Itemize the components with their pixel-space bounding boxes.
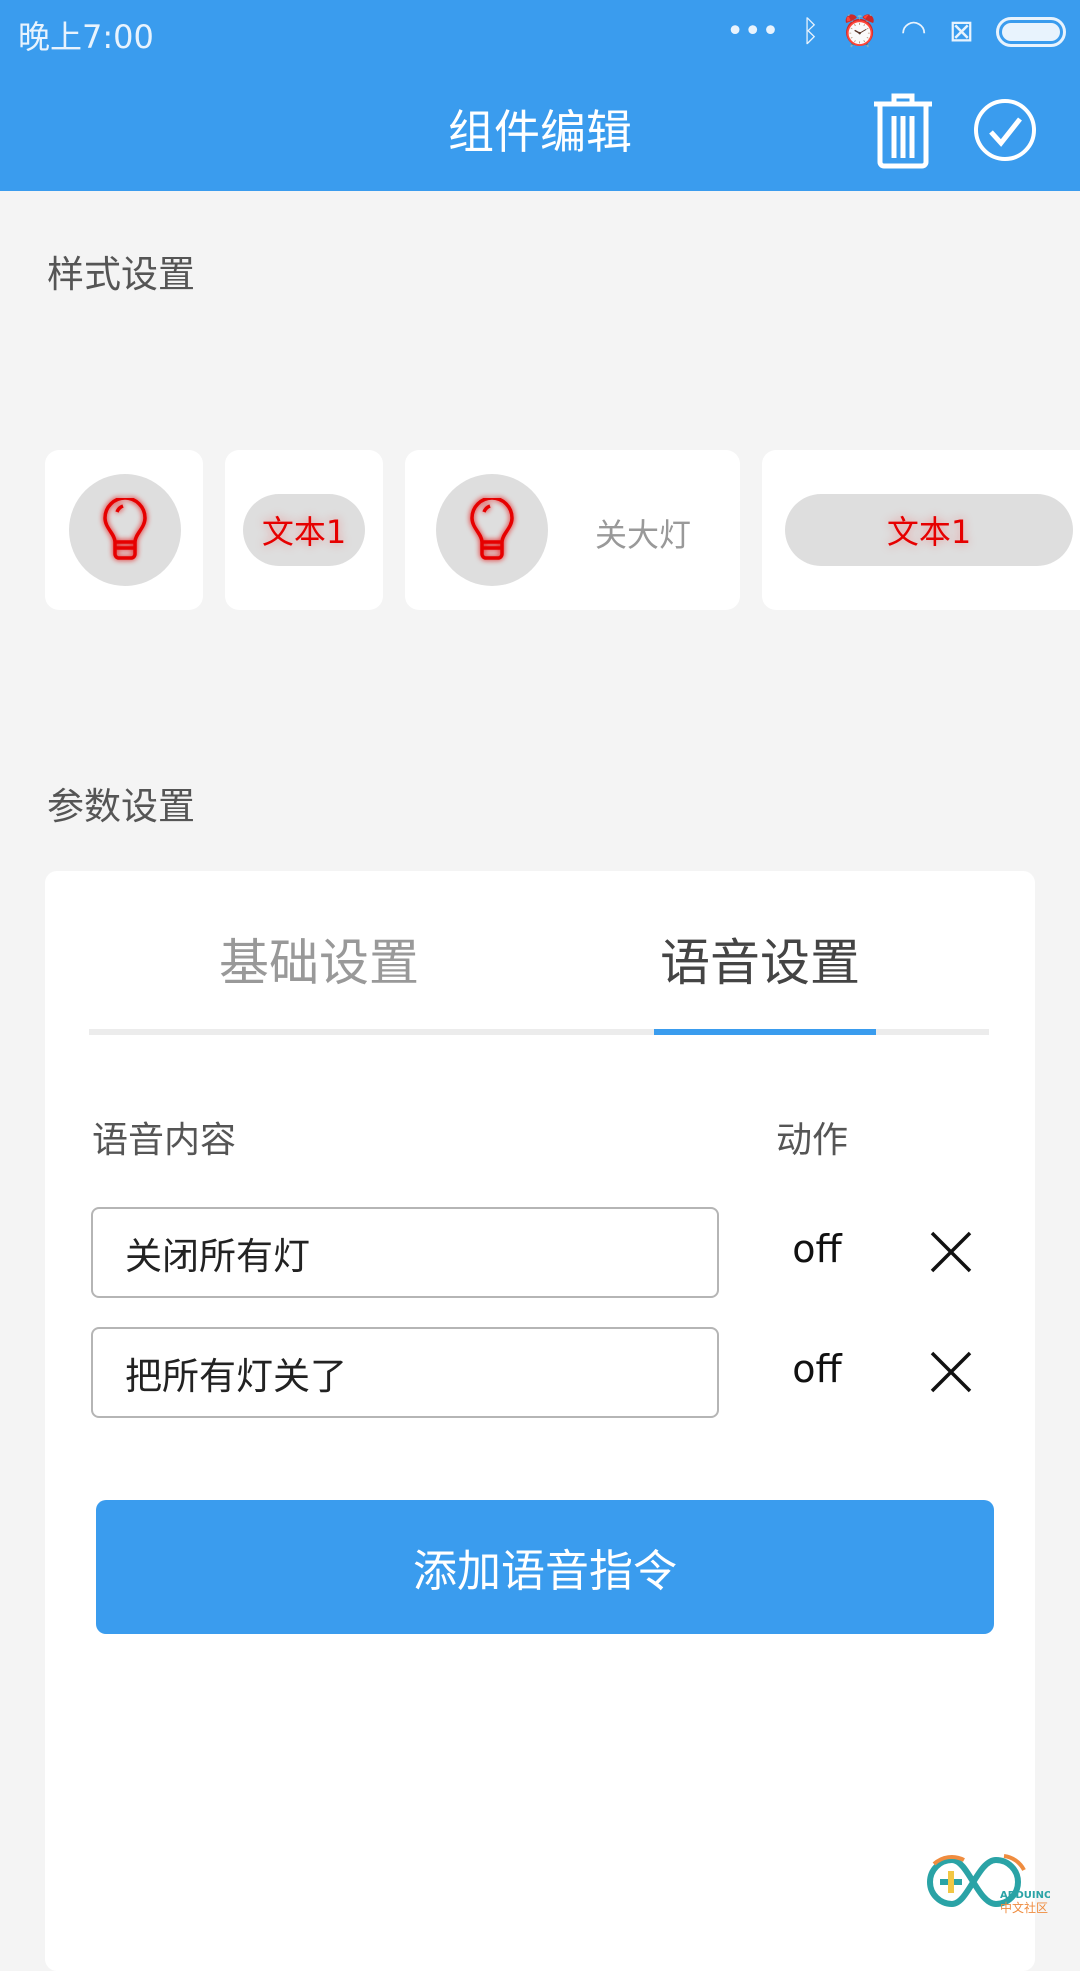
wifi-icon: ◠	[900, 14, 927, 49]
tab-voice-settings[interactable]: 语音设置	[660, 923, 860, 995]
action-value[interactable]: off	[767, 1227, 867, 1271]
svg-text:ARDUINO: ARDUINO	[1000, 1890, 1050, 1901]
wide-text-pill: 文本1	[785, 494, 1073, 566]
close-icon[interactable]	[926, 1347, 976, 1397]
battery-icon	[996, 16, 1066, 47]
add-voice-command-button[interactable]: 添加语音指令	[96, 1500, 994, 1634]
more-dots-icon: •••	[726, 14, 780, 49]
confirm-button[interactable]	[970, 90, 1040, 170]
column-header-content: 语音内容	[92, 1120, 237, 1161]
app-bar: 组件编辑	[0, 68, 1080, 191]
voice-command-input[interactable]	[91, 1327, 719, 1418]
column-header-action: 动作	[776, 1120, 849, 1161]
status-time: 晚上7:00	[18, 18, 154, 56]
alarm-icon: ⏰	[841, 14, 879, 49]
close-icon[interactable]	[926, 1227, 976, 1277]
param-panel: 基础设置 语音设置 语音内容 动作 off off 添加语音指令	[45, 871, 1035, 1971]
param-section-title: 参数设置	[47, 785, 195, 828]
check-circle-icon	[974, 99, 1036, 161]
icon-text-label: 关大灯	[595, 516, 692, 554]
action-value[interactable]: off	[767, 1347, 867, 1391]
trash-icon	[874, 93, 932, 169]
delete-button[interactable]	[868, 90, 938, 170]
style-option-wide-text[interactable]: 文本1	[762, 450, 1080, 610]
active-tab-indicator	[654, 1029, 876, 1035]
lightbulb-icon	[470, 498, 514, 560]
tab-basic-settings[interactable]: 基础设置	[219, 923, 419, 995]
style-option-text[interactable]: 文本1	[225, 450, 383, 610]
lightbulb-icon	[103, 498, 147, 560]
arduino-watermark-logo: ARDUINO 中文社区	[920, 1850, 1052, 1918]
style-section-title: 样式设置	[47, 253, 195, 296]
svg-text:中文社区: 中文社区	[1000, 1900, 1048, 1914]
sim-disabled-icon: ⊠	[948, 14, 974, 49]
text-pill: 文本1	[243, 494, 365, 566]
bluetooth-icon: ᛒ	[801, 14, 820, 49]
voice-command-input[interactable]	[91, 1207, 719, 1298]
style-option-icon[interactable]	[45, 450, 203, 610]
status-bar: 晚上7:00 ••• ᛒ ⏰ ◠ ⊠	[0, 0, 1080, 68]
style-option-icon-text[interactable]: 关大灯	[405, 450, 740, 610]
